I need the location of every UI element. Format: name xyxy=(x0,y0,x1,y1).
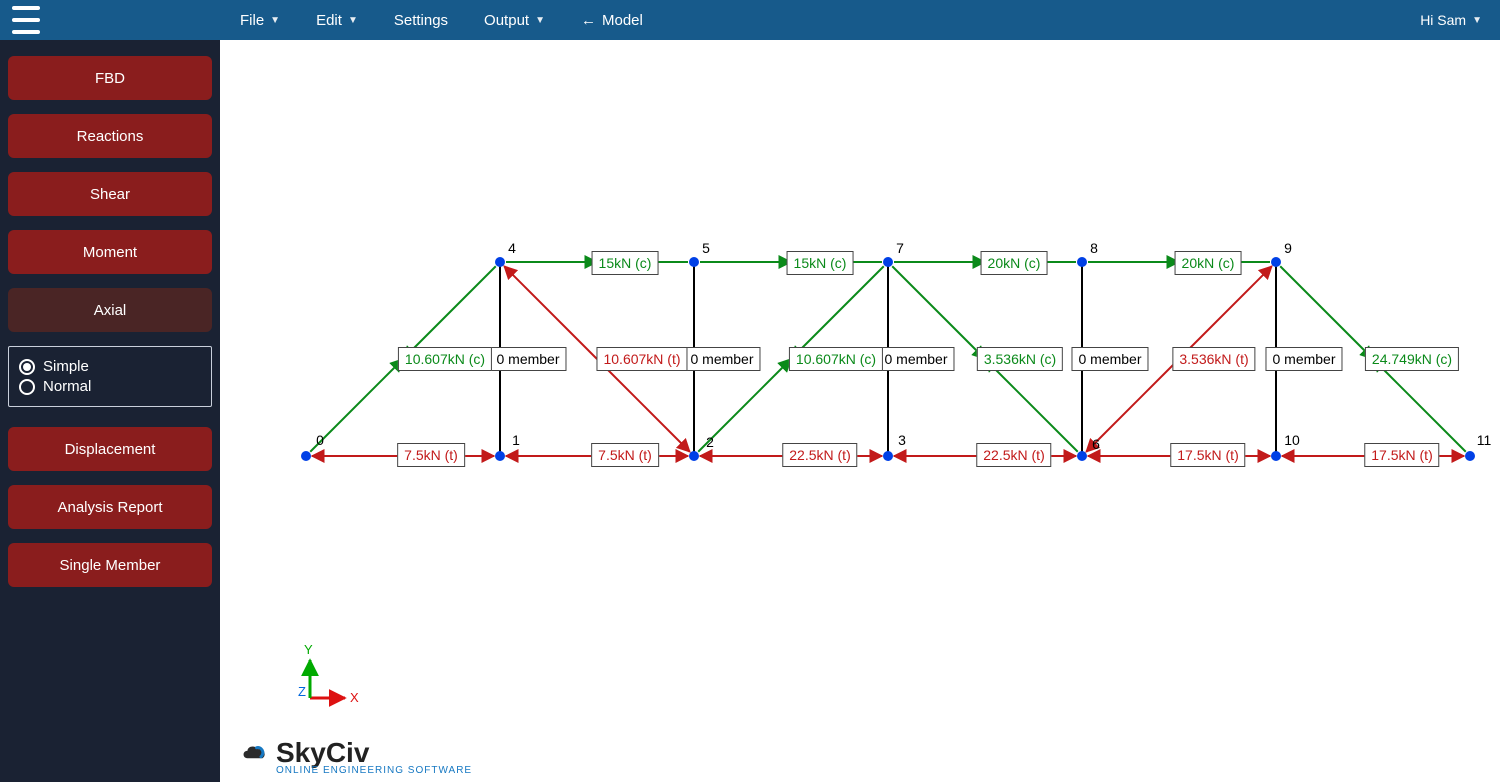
member-force-label: 15kN (c) xyxy=(592,251,659,275)
sidebar-moment-button[interactable]: Moment xyxy=(8,230,212,274)
cloud-icon xyxy=(240,741,270,765)
node-number: 10 xyxy=(1284,432,1300,448)
menu-file-label: File xyxy=(240,12,264,29)
sidebar-displacement-button[interactable]: Displacement xyxy=(8,427,212,471)
member-force-label: 3.536kN (c) xyxy=(977,347,1063,371)
sidebar-fbd-button[interactable]: FBD xyxy=(8,56,212,100)
node-number: 1 xyxy=(512,432,520,448)
menu-model[interactable]: ← Model xyxy=(581,12,643,29)
arrow-left-icon: ← xyxy=(581,12,596,29)
menu-model-label: Model xyxy=(602,12,643,29)
user-menu[interactable]: Hi Sam ▼ xyxy=(1420,0,1482,40)
node-number: 6 xyxy=(1092,436,1100,452)
radio-normal[interactable]: Normal xyxy=(19,378,201,395)
radio-icon xyxy=(19,379,35,395)
node-number: 9 xyxy=(1284,240,1292,256)
axis-y-label: Y xyxy=(304,642,313,657)
chevron-down-icon: ▼ xyxy=(1472,15,1482,26)
menu-output[interactable]: Output ▼ xyxy=(484,12,545,29)
sidebar-single-member-button[interactable]: Single Member xyxy=(8,543,212,587)
member-force-label: 24.749kN (c) xyxy=(1365,347,1459,371)
member-force-label: 22.5kN (t) xyxy=(782,443,857,467)
node-number: 11 xyxy=(1477,432,1492,448)
axis-x-label: X xyxy=(350,690,359,705)
member-force-label: 7.5kN (t) xyxy=(591,443,659,467)
node-number: 3 xyxy=(898,432,906,448)
node-number: 7 xyxy=(896,240,904,256)
sidebar: FBD Reactions Shear Moment Axial Simple … xyxy=(0,40,220,782)
coordinate-axes: X Y Z xyxy=(290,638,370,718)
node-number: 5 xyxy=(702,240,710,256)
member-force-label: 0 member xyxy=(683,347,760,371)
logo-tagline: ONLINE ENGINEERING SOFTWARE xyxy=(276,765,472,776)
menu-output-label: Output xyxy=(484,12,529,29)
member-force-label: 0 member xyxy=(1265,347,1342,371)
sidebar-axial-button[interactable]: Axial xyxy=(8,288,212,332)
member-force-label: 0 member xyxy=(1071,347,1148,371)
member-force-label: 17.5kN (t) xyxy=(1170,443,1245,467)
radio-normal-label: Normal xyxy=(43,378,91,395)
menu-edit[interactable]: Edit ▼ xyxy=(316,12,358,29)
hamburger-menu-icon[interactable] xyxy=(12,2,40,38)
node-number: 2 xyxy=(706,434,714,450)
menu-edit-label: Edit xyxy=(316,12,342,29)
sidebar-reactions-button[interactable]: Reactions xyxy=(8,114,212,158)
skyciv-logo: SkyCiv ONLINE ENGINEERING SOFTWARE xyxy=(240,737,472,776)
member-force-label: 20kN (c) xyxy=(1175,251,1242,275)
chevron-down-icon: ▼ xyxy=(535,15,545,26)
member-force-label: 0 member xyxy=(877,347,954,371)
radio-simple[interactable]: Simple xyxy=(19,358,201,375)
member-force-label: 0 member xyxy=(489,347,566,371)
member-force-label: 20kN (c) xyxy=(981,251,1048,275)
member-force-label: 7.5kN (t) xyxy=(397,443,465,467)
chevron-down-icon: ▼ xyxy=(270,15,280,26)
node-number: 4 xyxy=(508,240,516,256)
member-force-label: 15kN (c) xyxy=(787,251,854,275)
member-force-label: 3.536kN (t) xyxy=(1172,347,1255,371)
menu-file[interactable]: File ▼ xyxy=(240,12,280,29)
member-force-label: 10.607kN (t) xyxy=(596,347,687,371)
axial-mode-radio-group: Simple Normal xyxy=(8,346,212,407)
axis-z-label: Z xyxy=(298,684,306,699)
member-force-label: 17.5kN (t) xyxy=(1364,443,1439,467)
chevron-down-icon: ▼ xyxy=(348,15,358,26)
radio-simple-label: Simple xyxy=(43,358,89,375)
member-force-label: 22.5kN (t) xyxy=(976,443,1051,467)
top-menubar: File ▼ Edit ▼ Settings Output ▼ ← Model Hi S… xyxy=(0,0,1500,40)
diagram-canvas[interactable]: 7.5kN (t)7.5kN (t)22.5kN (t)22.5kN (t)17… xyxy=(220,40,1500,782)
menu-settings[interactable]: Settings xyxy=(394,12,448,29)
node-number: 8 xyxy=(1090,240,1098,256)
truss-diagram xyxy=(220,40,1500,782)
sidebar-analysis-report-button[interactable]: Analysis Report xyxy=(8,485,212,529)
user-greeting: Hi Sam xyxy=(1420,12,1466,28)
sidebar-shear-button[interactable]: Shear xyxy=(8,172,212,216)
main-menu: File ▼ Edit ▼ Settings Output ▼ ← Model xyxy=(240,12,643,29)
menu-settings-label: Settings xyxy=(394,12,448,29)
member-force-label: 10.607kN (c) xyxy=(789,347,883,371)
node-number: 0 xyxy=(316,432,324,448)
radio-icon xyxy=(19,359,35,375)
member-force-label: 10.607kN (c) xyxy=(398,347,492,371)
